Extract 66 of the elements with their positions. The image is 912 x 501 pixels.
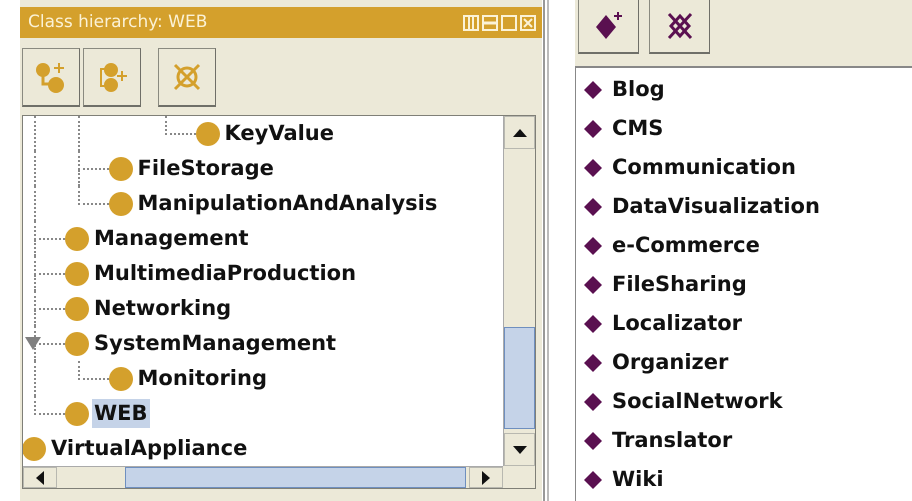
individual-icon — [584, 470, 602, 488]
scrollbar-corner — [503, 466, 535, 488]
individual-item[interactable]: DataVisualization — [612, 190, 820, 222]
individual-icon — [584, 392, 602, 410]
individual-item[interactable]: Blog — [612, 74, 665, 106]
tree-item[interactable]: MultimediaProduction — [92, 259, 358, 288]
vertical-scrollbar[interactable] — [503, 116, 535, 466]
scroll-down-button[interactable] — [504, 433, 535, 466]
horizontal-scrollbar[interactable] — [23, 466, 503, 488]
individual-item[interactable]: Translator — [612, 424, 732, 456]
close-icon[interactable] — [520, 14, 536, 30]
individual-icon — [584, 432, 602, 450]
individual-icon — [584, 276, 602, 294]
class-icon — [65, 296, 89, 320]
tree-item[interactable]: VirtualAppliance — [49, 434, 250, 463]
class-icon — [65, 402, 89, 426]
add-sibling-button[interactable] — [83, 48, 141, 107]
tree-item[interactable]: SystemManagement — [92, 329, 338, 358]
down-arrow-icon — [512, 446, 526, 454]
tree-item[interactable]: Management — [92, 224, 251, 253]
individual-icon — [584, 80, 602, 98]
scrollbar-thumb[interactable] — [125, 467, 466, 488]
individual-icon — [584, 236, 602, 254]
individual-item[interactable]: CMS — [612, 112, 664, 144]
view-icon[interactable] — [463, 14, 479, 30]
collapse-toggle-icon[interactable] — [24, 335, 42, 351]
individual-item[interactable]: Organizer — [612, 346, 728, 378]
class-icon — [23, 436, 46, 460]
tree-item[interactable]: FileStorage — [136, 154, 276, 183]
scroll-right-button[interactable] — [469, 467, 503, 488]
class-icon — [65, 226, 89, 250]
add-individual-button[interactable] — [578, 0, 639, 54]
individual-item[interactable]: FileSharing — [612, 268, 747, 300]
delete-class-button[interactable] — [158, 48, 216, 107]
individual-icon — [584, 354, 602, 372]
individual-item[interactable]: e-Commerce — [612, 230, 760, 262]
tree-item[interactable]: Networking — [92, 294, 234, 323]
individual-item[interactable]: Localizator — [612, 308, 742, 340]
up-arrow-icon — [512, 128, 526, 136]
individual-item[interactable]: SocialNetwork — [612, 386, 783, 418]
individual-icon — [584, 314, 602, 332]
individual-icon — [584, 158, 602, 176]
individual-icon — [584, 120, 602, 138]
add-subclass-button[interactable] — [22, 48, 80, 107]
class-icon — [108, 192, 132, 216]
tree-item[interactable]: Monitoring — [136, 364, 269, 393]
class-icon — [108, 156, 132, 180]
individual-item[interactable]: Wiki — [612, 464, 664, 496]
tree-item[interactable]: ManipulationAndAnalysis — [136, 189, 440, 218]
class-icon — [65, 262, 89, 286]
right-arrow-icon — [482, 470, 490, 484]
delete-individual-button[interactable] — [649, 0, 710, 54]
minimize-icon[interactable] — [482, 14, 498, 30]
individual-item[interactable]: Communication — [612, 152, 796, 184]
scrollbar-thumb[interactable] — [504, 327, 535, 429]
class-icon — [65, 332, 89, 356]
tree-item[interactable]: WEB — [92, 399, 150, 428]
maximize-icon[interactable] — [501, 14, 517, 30]
left-arrow-icon — [36, 470, 44, 484]
class-icon — [196, 122, 220, 146]
scroll-left-button[interactable] — [23, 467, 57, 488]
class-icon — [108, 366, 132, 390]
scroll-up-button[interactable] — [504, 116, 535, 149]
tree-item[interactable]: KeyValue — [222, 119, 336, 148]
individual-icon — [584, 198, 602, 216]
panel-title: Class hierarchy: WEB — [28, 10, 208, 34]
